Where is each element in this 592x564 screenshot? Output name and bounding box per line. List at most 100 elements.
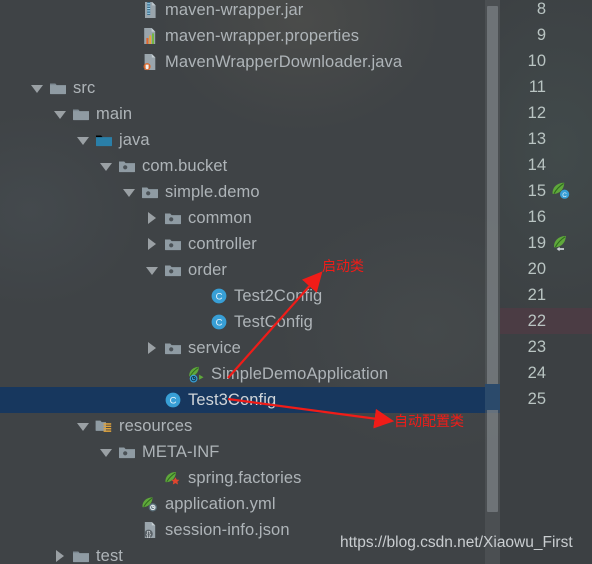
tree-scrollbar-thumb[interactable]: [487, 6, 498, 512]
tree-node-src[interactable]: src: [0, 75, 500, 101]
tree-node-label: order: [188, 260, 228, 279]
gutter-line[interactable]: 21: [500, 282, 592, 308]
chevron-down-icon[interactable]: [100, 160, 113, 173]
spring-boot-application-icon: [187, 365, 205, 383]
gutter-marker-empty: [550, 154, 572, 176]
gutter-line[interactable]: 20: [500, 256, 592, 282]
gutter-line[interactable]: 12: [500, 100, 592, 126]
project-tree[interactable]: maven-wrapper.jar maven-wrapper.propertie…: [0, 0, 500, 564]
gutter-marker-empty: [550, 336, 572, 358]
line-number: 22: [527, 311, 546, 330]
chevron-down-icon[interactable]: [123, 186, 136, 199]
editor-line-number-gutter[interactable]: 8 9 10 11 12 13 14 15 C 16 19 20 21 22 23 24 25: [500, 0, 592, 564]
tree-node-meta-inf[interactable]: META-INF: [0, 439, 500, 465]
line-number: 13: [527, 129, 546, 148]
line-number: 8: [536, 0, 546, 18]
tree-node-testconfig[interactable]: C TestConfig: [0, 309, 500, 335]
resources-root-folder-icon: [95, 417, 113, 435]
gutter-marker-empty: [550, 50, 572, 72]
java-class-icon: C: [210, 287, 228, 305]
tree-node-label: simple.demo: [165, 182, 260, 201]
java-class-icon: C: [210, 313, 228, 331]
tree-node-mavenwrapperdownloader-java[interactable]: MavenWrapperDownloader.java: [0, 49, 500, 75]
spring-factories-file-icon: [164, 469, 182, 487]
tree-node-com-bucket[interactable]: com.bucket: [0, 153, 500, 179]
tree-node-simpledemoapplication[interactable]: SimpleDemoApplication: [0, 361, 500, 387]
line-number: 14: [527, 155, 546, 174]
tree-node-label: maven-wrapper.jar: [165, 0, 304, 19]
chevron-right-icon[interactable]: [54, 549, 67, 563]
line-number: 12: [527, 103, 546, 122]
tree-node-label: SimpleDemoApplication: [211, 364, 389, 383]
java-class-icon: C: [164, 391, 182, 409]
gutter-line[interactable]: 9: [500, 22, 592, 48]
tree-node-test2config[interactable]: C Test2Config: [0, 283, 500, 309]
tree-node-label: main: [96, 104, 133, 123]
tree-node-maven-wrapper-jar[interactable]: maven-wrapper.jar: [0, 0, 500, 23]
annotation-text: 自动配置类: [394, 414, 464, 430]
spring-bean-icon[interactable]: C: [550, 180, 572, 202]
tree-node-label: maven-wrapper.properties: [165, 26, 360, 45]
no-toggle-spacer: [123, 30, 136, 43]
package-icon: [118, 157, 136, 175]
gutter-line[interactable]: 13: [500, 126, 592, 152]
chevron-down-icon[interactable]: [31, 82, 44, 95]
gutter-marker-empty: [550, 76, 572, 98]
tree-node-controller[interactable]: controller: [0, 231, 500, 257]
chevron-down-icon[interactable]: [77, 134, 90, 147]
tree-node-service[interactable]: service: [0, 335, 500, 361]
gutter-line[interactable]: 19: [500, 230, 592, 256]
tree-node-label: service: [188, 338, 241, 357]
folder-icon: [72, 547, 90, 564]
json-file-icon: {}: [141, 521, 159, 539]
tree-scrollbar-selection-marker: [485, 384, 500, 410]
chevron-down-icon[interactable]: [77, 420, 90, 433]
gutter-marker-empty: [550, 206, 572, 228]
tree-node-label: resources: [119, 416, 193, 435]
gutter-line[interactable]: 25: [500, 386, 592, 412]
no-toggle-spacer: [146, 472, 159, 485]
tree-node-application-yml[interactable]: application.yml: [0, 491, 500, 517]
gutter-marker-empty: [550, 362, 572, 384]
annotation-text: 启动类: [322, 259, 364, 275]
chevron-right-icon[interactable]: [146, 211, 159, 225]
tree-node-label: application.yml: [165, 494, 276, 513]
gutter-line[interactable]: 8: [500, 0, 592, 22]
gutter-line[interactable]: 11: [500, 74, 592, 100]
gutter-line[interactable]: 15 C: [500, 178, 592, 204]
tree-node-spring-factories[interactable]: spring.factories: [0, 465, 500, 491]
tree-node-common[interactable]: common: [0, 205, 500, 231]
tree-node-main[interactable]: main: [0, 101, 500, 127]
tree-node-maven-wrapper-properties[interactable]: maven-wrapper.properties: [0, 23, 500, 49]
gutter-line[interactable]: 22: [500, 308, 592, 334]
gutter-marker-empty: [550, 284, 572, 306]
chevron-down-icon[interactable]: [146, 264, 159, 277]
watermark-url: https://blog.csdn.net/Xiaowu_First: [340, 534, 573, 551]
chevron-right-icon[interactable]: [146, 237, 159, 251]
gutter-line[interactable]: 10: [500, 48, 592, 74]
ide-project-view: maven-wrapper.jar maven-wrapper.propertie…: [0, 0, 592, 564]
tree-node-order[interactable]: order: [0, 257, 500, 283]
chevron-down-icon[interactable]: [54, 108, 67, 121]
package-icon: [118, 443, 136, 461]
chevron-down-icon[interactable]: [100, 446, 113, 459]
package-icon: [164, 209, 182, 227]
gutter-line[interactable]: 16: [500, 204, 592, 230]
tree-node-simple-demo[interactable]: simple.demo: [0, 179, 500, 205]
chevron-right-icon[interactable]: [146, 341, 159, 355]
spring-bean-navigate-icon[interactable]: [550, 232, 572, 254]
tree-node-test3config[interactable]: C Test3Config: [0, 387, 500, 413]
tree-node-java[interactable]: java: [0, 127, 500, 153]
gutter-line[interactable]: 24: [500, 360, 592, 386]
gutter-line[interactable]: 14: [500, 152, 592, 178]
gutter-line[interactable]: 23: [500, 334, 592, 360]
